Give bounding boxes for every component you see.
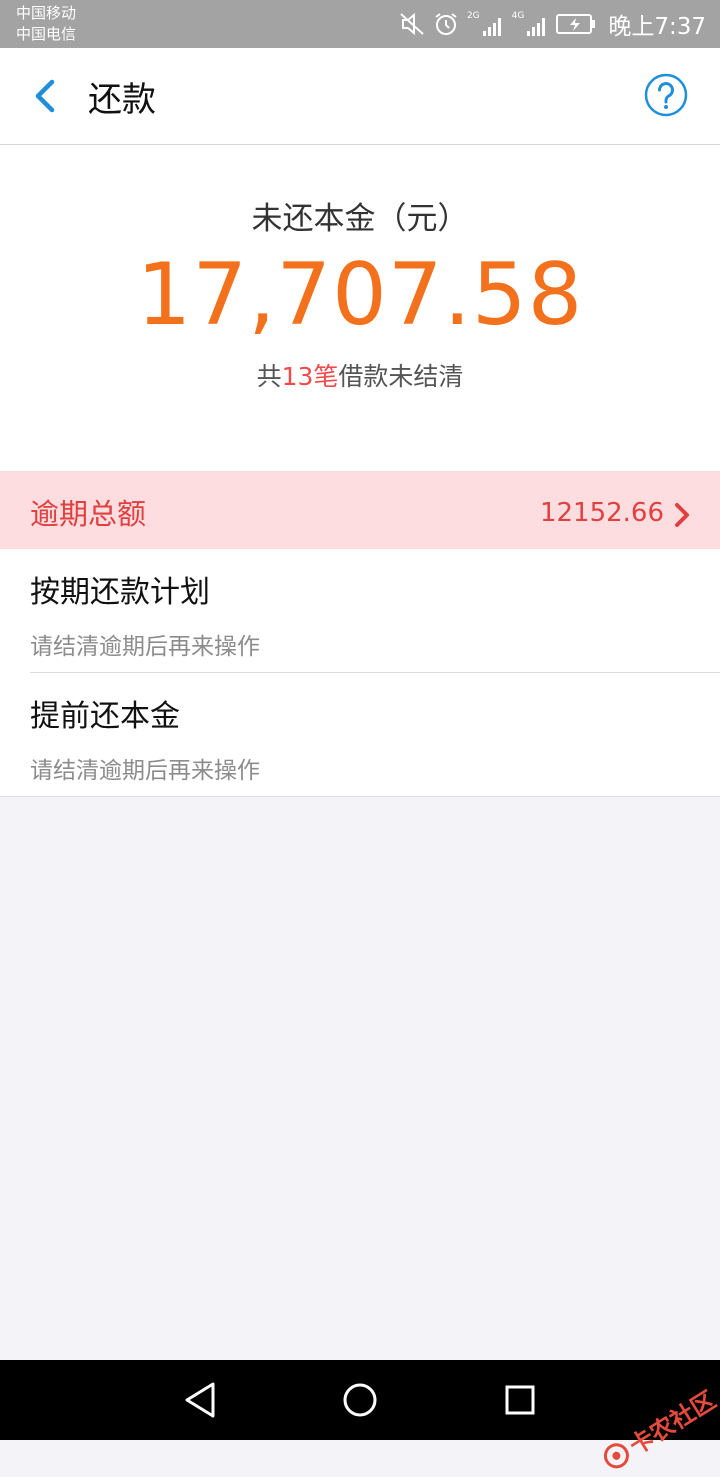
mute-icon: [400, 12, 424, 36]
repayment-plan-title: 按期还款计划: [30, 575, 210, 610]
chevron-left-icon: [35, 79, 55, 113]
question-mark-icon: [644, 73, 688, 117]
square-recents-icon: [505, 1385, 535, 1415]
nav-recents-button[interactable]: [496, 1376, 544, 1424]
signal-4g: 4G: [512, 11, 549, 37]
clock: 晚上7:37: [608, 14, 706, 40]
battery-charging-icon: [556, 14, 596, 34]
status-icons: 2G 4G 晚上7:37: [399, 0, 706, 48]
page-title: 还款: [88, 80, 156, 120]
overdue-total-label: 逾期总额: [30, 497, 147, 531]
chevron-right-icon: [675, 503, 689, 527]
signal-2g-label: 2G: [466, 11, 480, 21]
alarm-icon: [435, 13, 457, 35]
signal-4g-label: 4G: [511, 11, 525, 21]
outstanding-loans-count: 共13笔借款未结清: [0, 357, 720, 393]
carrier-2: 中国电信: [16, 25, 77, 43]
repayment-plan-item[interactable]: 按期还款计划 请结清逾期后再来操作: [0, 549, 720, 673]
count-suffix: 借款未结清: [338, 362, 464, 391]
carrier-1: 中国移动: [16, 4, 77, 22]
nav-back-button[interactable]: [176, 1376, 224, 1424]
overdue-total-value: 12152.66: [539, 498, 664, 528]
prepay-principal-item[interactable]: 提前还本金 请结清逾期后再来操作: [0, 673, 720, 797]
circle-home-icon: [343, 1383, 377, 1417]
signal-bars-icon: [527, 18, 546, 36]
status-bar: 中国移动 中国电信 2G 4G 晚上7:37: [0, 0, 720, 48]
prepay-principal-subtitle: 请结清逾期后再来操作: [30, 758, 260, 784]
system-nav-bar: 卡农社区: [0, 1360, 720, 1468]
signal-bars-icon: [482, 18, 501, 36]
divider: [0, 796, 720, 797]
watermark-text: 卡农社区: [624, 1385, 720, 1461]
unpaid-principal-label: 未还本金（元）: [251, 201, 469, 237]
triangle-back-icon: [185, 1382, 215, 1418]
repayment-plan-subtitle: 请结清逾期后再来操作: [30, 634, 260, 660]
principal-summary: 未还本金（元） 17,707.58 共13笔借款未结清: [0, 145, 720, 471]
prepay-principal-title: 提前还本金: [30, 699, 180, 734]
nav-home-button[interactable]: [336, 1376, 384, 1424]
help-button[interactable]: [644, 73, 688, 117]
app-header: 还款: [0, 48, 720, 145]
unpaid-principal-amount: 17,707.58: [136, 245, 584, 345]
back-button[interactable]: [22, 74, 66, 118]
count-value: 13笔: [281, 362, 339, 391]
count-prefix: 共: [256, 362, 282, 391]
watermark: 卡农社区: [596, 1381, 720, 1477]
overdue-total-row[interactable]: 逾期总额 12152.66: [0, 471, 720, 549]
carrier-list: 中国移动 中国电信: [16, 3, 76, 45]
signal-2g: 2G: [467, 11, 504, 37]
